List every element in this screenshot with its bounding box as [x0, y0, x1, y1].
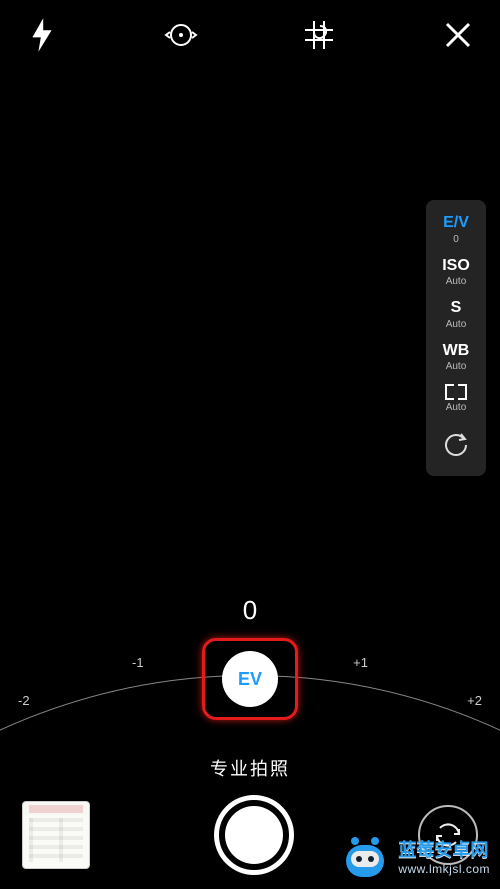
tick-minus-2: -2	[18, 693, 30, 708]
wb-value: Auto	[443, 361, 470, 372]
focus-icon	[445, 384, 467, 400]
iso-label: ISO	[442, 257, 470, 275]
ev-label: E/V	[443, 214, 469, 232]
flash-icon[interactable]	[20, 13, 64, 57]
ev-setting[interactable]: E/V 0	[443, 214, 469, 245]
mode-label[interactable]: 专业拍照	[210, 755, 290, 781]
ev-center-label: EV	[238, 669, 262, 690]
gallery-thumbnail[interactable]	[22, 801, 90, 869]
iso-setting[interactable]: ISO Auto	[442, 257, 470, 288]
top-bar	[0, 0, 500, 70]
focus-value: Auto	[445, 402, 467, 413]
grid-overlay-icon[interactable]	[297, 13, 341, 57]
shutter-speed-value: Auto	[446, 319, 467, 330]
ev-current-value: 0	[243, 595, 257, 626]
shutter-button[interactable]	[214, 795, 294, 875]
ev-dial[interactable]: 0 -2 -1 +1 +2 EV	[0, 595, 500, 765]
tick-minus-1: -1	[132, 655, 144, 670]
ev-value: 0	[443, 234, 469, 245]
tick-plus-2: +2	[467, 693, 482, 708]
bottom-bar	[0, 789, 500, 889]
ev-center-button[interactable]: EV	[222, 651, 278, 707]
shutter-speed-setting[interactable]: S Auto	[446, 299, 467, 330]
wb-label: WB	[443, 342, 470, 360]
close-icon[interactable]	[436, 13, 480, 57]
pro-settings-panel: E/V 0 ISO Auto S Auto WB Auto Auto	[426, 200, 486, 476]
iso-value: Auto	[442, 276, 470, 287]
switch-camera-button[interactable]	[418, 805, 478, 865]
focus-setting[interactable]: Auto	[445, 384, 467, 413]
wb-setting[interactable]: WB Auto	[443, 342, 470, 373]
reset-icon[interactable]	[443, 425, 469, 462]
loop-icon[interactable]	[159, 13, 203, 57]
shutter-speed-label: S	[446, 299, 467, 317]
tick-plus-1: +1	[353, 655, 368, 670]
